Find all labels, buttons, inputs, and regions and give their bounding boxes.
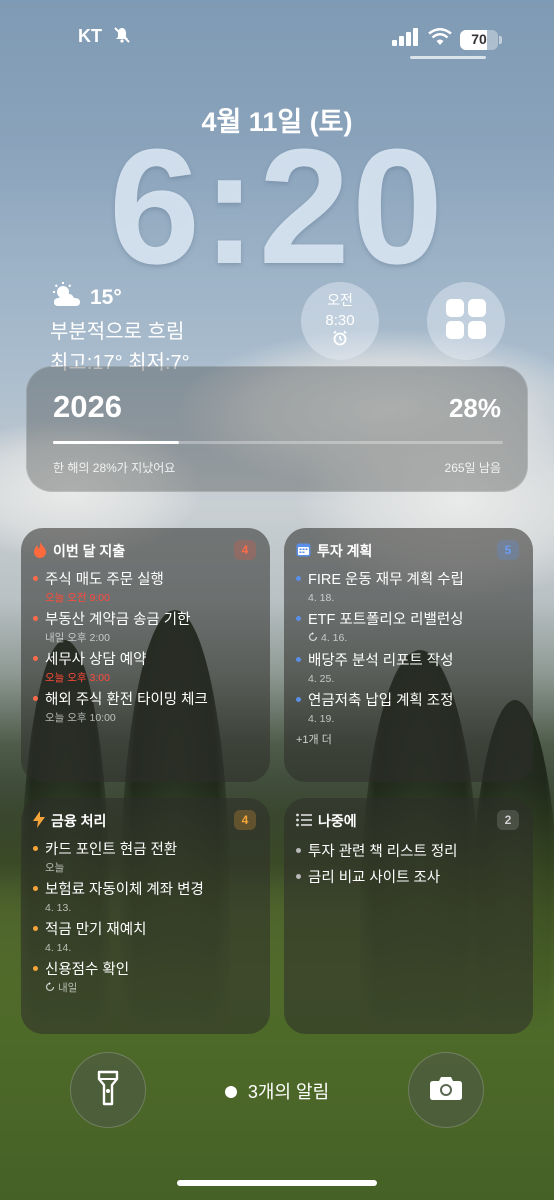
list-item[interactable]: 부동산 계약금 송금 기한 내일 오후 2:00 [33, 610, 260, 646]
weather-condition: 부분적으로 흐림 [50, 321, 185, 343]
home-indicator[interactable] [177, 1180, 377, 1186]
count-badge: 4 [234, 540, 256, 560]
year-remaining: 265일 남음 [444, 461, 501, 475]
year-progress-widget[interactable]: 2026 28% 한 해의 28%가 지났어요 265일 남음 [26, 366, 528, 492]
bullet-dot [296, 697, 301, 702]
bullet-dot [33, 926, 38, 931]
year-percent: 28% [448, 393, 501, 423]
control-center-grabber[interactable] [410, 56, 486, 59]
widget-invest[interactable]: 투자 계획 5 FIRE 운동 재무 계획 수립 4. 18. ETF 포트폴리오… [284, 528, 533, 782]
lock-time: 6:20 [108, 115, 446, 298]
bullet-dot [33, 616, 38, 621]
list-item[interactable]: 투자 관련 책 리스트 정리 [296, 842, 523, 862]
status-icons: 70 [392, 28, 502, 51]
camera-button[interactable] [408, 1052, 484, 1128]
bullet-dot [33, 886, 38, 891]
list-item[interactable]: 세무사 상담 예약 오늘 오후 3:00 [33, 650, 260, 686]
alarm-period: 오전 [327, 292, 353, 308]
bullet-dot [33, 656, 38, 661]
notification-count: 3개의 알림 [247, 1082, 330, 1102]
list-item[interactable]: 연금저축 납입 계획 조정 4. 19. [296, 691, 523, 727]
flame-icon [33, 541, 47, 561]
widget-title: 금융 처리 [51, 813, 107, 829]
widget-finance[interactable]: 금융 처리 4 카드 포인트 현금 전환 오늘 보험료 자동이체 계좌 변경 4. … [21, 798, 270, 1034]
bullet-dot [296, 576, 301, 581]
list-item[interactable]: 주식 매도 주문 실행 오늘 오전 9:00 [33, 570, 260, 606]
repeat-icon [45, 981, 55, 997]
list-icon [296, 813, 312, 830]
year-progress-track [53, 441, 503, 444]
bullet-dot [296, 657, 301, 662]
lightning-icon [33, 811, 45, 831]
weather-widget[interactable]: 15° 부분적으로 흐림 최고:17° 최저:7° [50, 282, 190, 375]
more-items-link[interactable]: +1개 더 [296, 731, 523, 747]
list-item[interactable]: 보험료 자동이체 계좌 변경 4. 13. [33, 880, 260, 916]
bullet-dot [33, 576, 38, 581]
list-item[interactable]: 신용점수 확인 내일 [33, 960, 260, 997]
count-badge: 2 [497, 810, 519, 830]
count-badge: 4 [234, 810, 256, 830]
calendar-icon [296, 542, 311, 560]
battery-icon: 70 [460, 29, 502, 50]
year-passed-text: 한 해의 28%가 지났어요 [53, 461, 176, 475]
battery-percent: 70 [471, 30, 487, 47]
list-item[interactable]: 적금 만기 재예치 4. 14. [33, 920, 260, 956]
list-item[interactable]: 금리 비교 사이트 조사 [296, 868, 523, 888]
grid-icon [445, 298, 487, 345]
app-grid-widget[interactable] [427, 282, 505, 360]
list-item[interactable]: 배당주 분석 리포트 작성 4. 25. [296, 651, 523, 687]
alarm-time: 8:30 [325, 312, 355, 329]
notification-dot [224, 1086, 237, 1098]
camera-icon [429, 1075, 463, 1106]
weather-temp: 15° [90, 285, 122, 309]
widget-spending[interactable]: 이번 달 지출 4 주식 매도 주문 실행 오늘 오전 9:00 부동산 계약금 … [21, 528, 270, 782]
bullet-dot [33, 966, 38, 971]
widget-title: 이번 달 지출 [53, 543, 126, 559]
partly-cloudy-icon [50, 282, 84, 313]
widget-later[interactable]: 나중에 2 투자 관련 책 리스트 정리 금리 비교 사이트 조사 [284, 798, 533, 1034]
list-item[interactable]: 해외 주식 환전 타이밍 체크 오늘 오후 10:00 [33, 690, 260, 726]
alarm-clock-icon [332, 330, 348, 351]
bullet-dot [33, 696, 38, 701]
year-label: 2026 [53, 389, 122, 424]
reminder-list: 카드 포인트 현금 전환 오늘 보험료 자동이체 계좌 변경 4. 13. 적금 만… [33, 840, 260, 1001]
alarm-widget[interactable]: 오전 8:30 [301, 282, 379, 360]
list-item[interactable]: FIRE 운동 재무 계획 수립 4. 18. [296, 570, 523, 606]
reminder-list: 주식 매도 주문 실행 오늘 오전 9:00 부동산 계약금 송금 기한 내일 오후… [33, 570, 260, 730]
bullet-dot [296, 848, 301, 853]
cellular-signal-icon [392, 28, 420, 51]
reminder-list: FIRE 운동 재무 계획 수립 4. 18. ETF 포트폴리오 리밸런싱 4. … [296, 570, 523, 747]
year-progress-fill [53, 441, 179, 444]
bullet-dot [296, 874, 301, 879]
bullet-dot [33, 846, 38, 851]
bullet-dot [296, 616, 301, 621]
wifi-icon [428, 28, 452, 51]
list-item[interactable]: 카드 포인트 현금 전환 오늘 [33, 840, 260, 876]
count-badge: 5 [497, 540, 519, 560]
repeat-icon [308, 631, 318, 647]
widget-title: 투자 계획 [317, 543, 373, 559]
mute-bell-icon [113, 26, 131, 49]
widget-title: 나중에 [318, 813, 357, 829]
carrier-label: KT [78, 26, 102, 46]
list-item[interactable]: ETF 포트폴리오 리밸런싱 4. 16. [296, 610, 523, 647]
status-bar: KT [78, 26, 131, 52]
reminder-list: 투자 관련 책 리스트 정리 금리 비교 사이트 조사 [296, 842, 523, 892]
